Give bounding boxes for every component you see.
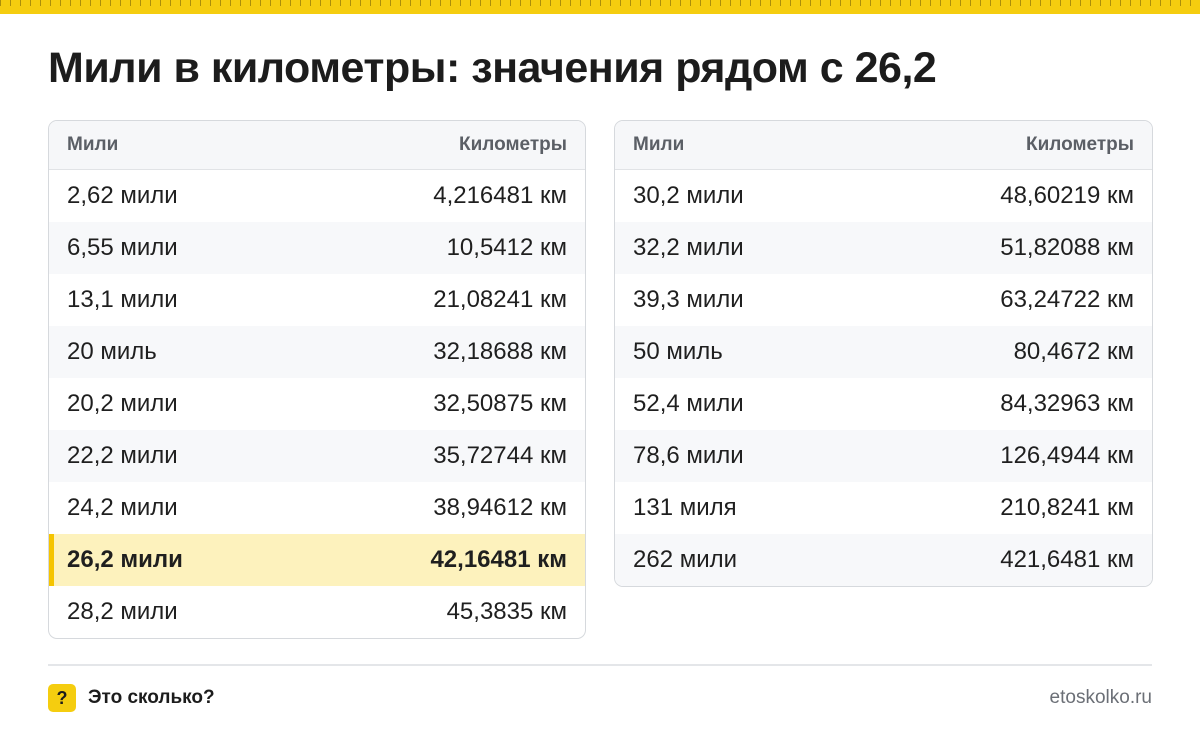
footer-divider [48, 664, 1152, 666]
table-row: 32,2 мили 51,82088 км [615, 222, 1152, 274]
km-cell: 84,32963 км [1000, 390, 1134, 417]
table-row: 50 миль 80,4672 км [615, 326, 1152, 378]
table-header: Мили Километры [49, 121, 585, 170]
miles-cell: 26,2 мили [67, 546, 183, 573]
miles-cell: 39,3 мили [633, 286, 744, 313]
km-column-header: Километры [459, 134, 567, 155]
conversion-table-left: Мили Километры 2,62 мили 4,216481 км 6,55… [48, 120, 586, 639]
miles-cell: 52,4 мили [633, 390, 744, 417]
km-cell: 35,72744 км [433, 442, 567, 469]
km-cell: 38,94612 км [433, 494, 567, 521]
km-cell: 10,5412 км [446, 234, 567, 261]
km-cell: 421,6481 км [1000, 546, 1134, 573]
table-row: 131 миля 210,8241 км [615, 482, 1152, 534]
table-row: 2,62 мили 4,216481 км [49, 170, 585, 222]
miles-cell: 50 миль [633, 338, 723, 365]
miles-cell: 24,2 мили [67, 494, 178, 521]
km-cell: 48,60219 км [1000, 182, 1134, 209]
table-row: 20,2 мили 32,50875 км [49, 378, 585, 430]
miles-column-header: Мили [67, 134, 119, 155]
miles-cell: 32,2 мили [633, 234, 744, 261]
table-row: 13,1 мили 21,08241 км [49, 274, 585, 326]
question-mark-icon: ? [48, 684, 76, 712]
miles-cell: 262 мили [633, 546, 738, 573]
table-row: 52,4 мили 84,32963 км [615, 378, 1152, 430]
miles-cell: 22,2 мили [67, 442, 178, 469]
km-cell: 126,4944 км [1000, 442, 1134, 469]
km-column-header: Километры [1026, 134, 1134, 155]
miles-cell: 20 миль [67, 338, 157, 365]
km-cell: 210,8241 км [1000, 494, 1134, 521]
table-row: 262 мили 421,6481 км [615, 534, 1152, 586]
miles-cell: 2,62 мили [67, 182, 178, 209]
miles-cell: 131 миля [633, 494, 737, 521]
brand-name: Это сколько? [88, 687, 215, 708]
table-row: 28,2 мили 45,3835 км [49, 586, 585, 638]
miles-cell: 6,55 мили [67, 234, 178, 261]
table-row: 78,6 мили 126,4944 км [615, 430, 1152, 482]
table-row: 24,2 мили 38,94612 км [49, 482, 585, 534]
table-header: Мили Километры [615, 121, 1152, 170]
table-row: 30,2 мили 48,60219 км [615, 170, 1152, 222]
miles-cell: 30,2 мили [633, 182, 744, 209]
page-title: Мили в километры: значения рядом с 26,2 [48, 44, 937, 92]
km-cell: 21,08241 км [433, 286, 567, 313]
miles-cell: 78,6 мили [633, 442, 744, 469]
km-cell: 4,216481 км [433, 182, 567, 209]
highlighted-table-row: 26,2 мили 42,16481 км [49, 534, 585, 586]
km-cell: 32,18688 км [433, 338, 567, 365]
ruler-stripe [0, 0, 1200, 14]
miles-cell: 13,1 мили [67, 286, 178, 313]
km-cell: 80,4672 км [1013, 338, 1134, 365]
table-row: 6,55 мили 10,5412 км [49, 222, 585, 274]
conversion-table-right: Мили Километры 30,2 мили 48,60219 км 32,2… [614, 120, 1153, 587]
km-cell: 45,3835 км [446, 598, 567, 625]
miles-column-header: Мили [633, 134, 685, 155]
km-cell: 63,24722 км [1000, 286, 1134, 313]
site-url[interactable]: etoskolko.ru [1050, 687, 1152, 709]
table-row: 39,3 мили 63,24722 км [615, 274, 1152, 326]
miles-cell: 20,2 мили [67, 390, 178, 417]
km-cell: 51,82088 км [1000, 234, 1134, 261]
table-row: 22,2 мили 35,72744 км [49, 430, 585, 482]
table-row: 20 миль 32,18688 км [49, 326, 585, 378]
km-cell: 32,50875 км [433, 390, 567, 417]
miles-cell: 28,2 мили [67, 598, 178, 625]
km-cell: 42,16481 км [430, 546, 567, 573]
